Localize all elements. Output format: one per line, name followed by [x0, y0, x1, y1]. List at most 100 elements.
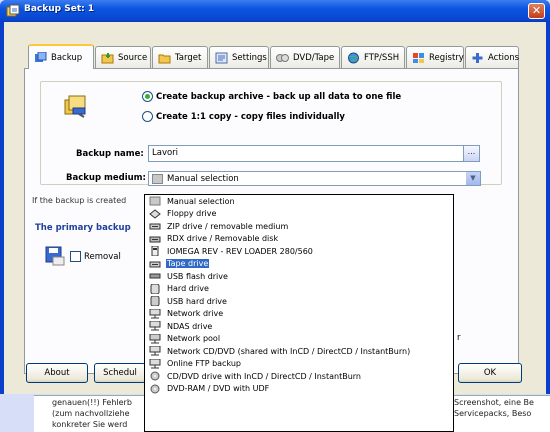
backup-name-input[interactable]: Lavori: [148, 145, 464, 162]
option-label: CD/DVD drive with InCD / DirectCD / Inst…: [167, 371, 361, 381]
option-label: USB flash drive: [167, 271, 228, 281]
list-item-floppy[interactable]: Floppy drive: [145, 208, 453, 221]
list-item-tape-selected[interactable]: Tape drive: [145, 258, 453, 271]
hard-drive-icon: [150, 283, 160, 294]
list-item-usb-hard-drive[interactable]: USB hard drive: [145, 295, 453, 308]
tab-label: Target: [175, 52, 202, 63]
option-label: Tape drive: [164, 258, 211, 270]
archive-icon: [64, 95, 86, 118]
tab-label: Source: [118, 52, 148, 63]
bg-line-3-left: konkreter Sie werd: [52, 420, 128, 429]
tab-label: Actions: [488, 52, 520, 63]
stray-text: r: [457, 333, 461, 343]
tab-source[interactable]: Source: [95, 46, 151, 68]
zip-drive-icon: [149, 223, 161, 230]
tab-label: DVD/Tape: [293, 52, 335, 63]
bg-line-2-right: Servicepacks, Beso: [454, 409, 532, 418]
about-button[interactable]: About: [26, 363, 88, 383]
close-button[interactable]: ✕: [528, 3, 545, 19]
backup-name-label: Backup name:: [76, 149, 144, 159]
floppy-disk-icon: [45, 246, 65, 266]
target-folder-icon: [158, 54, 171, 63]
backup-app-icon: [6, 4, 20, 17]
backup-icon: [35, 51, 47, 62]
manual-selection-icon: [152, 173, 163, 184]
registry-icon: [413, 52, 424, 63]
list-item-hard-drive[interactable]: Hard drive: [145, 283, 453, 296]
manual-selection-icon: [149, 196, 161, 206]
list-item-rdx[interactable]: RDX drive / Removable disk: [145, 233, 453, 246]
option-label: ZIP drive / removable medium: [167, 221, 289, 231]
usb-flash-icon: [149, 273, 161, 279]
tab-registry[interactable]: Registry: [406, 46, 464, 68]
tab-label: Registry: [429, 52, 464, 63]
removal-label: Removal: [84, 251, 121, 262]
globe-icon: [348, 52, 359, 63]
iomega-rev-icon: [151, 246, 159, 257]
removal-checkbox[interactable]: Removal: [70, 251, 121, 262]
list-item-dvd-ram[interactable]: DVD-RAM / DVD with UDF: [145, 383, 453, 396]
list-item-network-pool[interactable]: Network pool: [145, 333, 453, 346]
option-label: Hard drive: [167, 284, 209, 294]
list-item-manual-selection[interactable]: Manual selection: [145, 195, 453, 208]
tab-backup[interactable]: Backup: [28, 44, 94, 69]
list-item-cd-dvd[interactable]: CD/DVD drive with InCD / DirectCD / Inst…: [145, 370, 453, 383]
tab-label: Settings: [232, 52, 267, 63]
network-pool-icon: [149, 333, 161, 344]
dvd-tape-icon: [276, 53, 289, 62]
backup-medium-select[interactable]: Manual selection ▼: [148, 171, 481, 186]
bg-line-2-left: (zum nachvollziehe: [52, 409, 130, 418]
chevron-down-icon[interactable]: ▼: [465, 172, 480, 185]
radio-create-archive[interactable]: Create backup archive - back up all data…: [142, 91, 401, 102]
network-drive-icon: [149, 308, 161, 319]
radio-create-copy[interactable]: Create 1:1 copy - copy files individuall…: [142, 111, 345, 122]
backup-medium-dropdown-list: Manual selection Floppy drive ZIP drive …: [144, 194, 454, 432]
list-item-network-drive[interactable]: Network drive: [145, 308, 453, 321]
window-title: Backup Set: 1: [24, 4, 95, 14]
tab-dvd-tape[interactable]: DVD/Tape: [270, 46, 340, 68]
tab-actions[interactable]: Actions: [465, 46, 519, 68]
option-label: NDAS drive: [167, 321, 213, 331]
schedule-button[interactable]: Schedul: [94, 363, 146, 383]
tab-ftp-ssh[interactable]: FTP/SSH: [341, 46, 405, 68]
option-label: Network pool: [167, 334, 221, 344]
option-label: Network drive: [167, 309, 224, 319]
checkbox-box: [70, 251, 81, 262]
option-label: Online FTP backup: [167, 359, 241, 369]
option-label: IOMEGA REV - REV LOADER 280/560: [167, 246, 313, 256]
backup-mode-group: Create backup archive - back up all data…: [40, 81, 502, 186]
option-label: Manual selection: [167, 196, 235, 206]
title-bar[interactable]: Backup Set: 1 ✕: [0, 0, 550, 22]
tab-settings[interactable]: Settings: [209, 46, 269, 68]
radio-archive-label: Create backup archive - back up all data…: [156, 91, 402, 102]
list-item-usb-flash[interactable]: USB flash drive: [145, 270, 453, 283]
cd-dvd-icon: [150, 371, 160, 381]
rdx-drive-icon: [149, 236, 161, 243]
list-item-network-cd[interactable]: Network CD/DVD (shared with InCD / Direc…: [145, 345, 453, 358]
backup-medium-label: Backup medium:: [66, 173, 146, 183]
settings-icon: [215, 52, 228, 63]
list-item-zip[interactable]: ZIP drive / removable medium: [145, 220, 453, 233]
bg-line-1-right: Screenshot, eine Be: [454, 398, 534, 407]
ok-button[interactable]: OK: [458, 363, 522, 383]
floppy-drive-icon: [149, 209, 161, 219]
ftp-backup-icon: [149, 358, 161, 369]
option-label: Floppy drive: [167, 209, 217, 219]
usb-hard-drive-icon: [150, 296, 160, 307]
list-item-iomega[interactable]: IOMEGA REV - REV LOADER 280/560: [145, 245, 453, 258]
backup-medium-value: Manual selection: [167, 173, 239, 184]
option-label: RDX drive / Removable disk: [167, 234, 279, 244]
tab-label: Backup: [51, 52, 83, 63]
list-item-online-ftp[interactable]: Online FTP backup: [145, 358, 453, 371]
tape-drive-icon: [149, 261, 161, 268]
option-label: Network CD/DVD (shared with InCD / Direc…: [167, 346, 411, 356]
dvd-ram-icon: [150, 384, 160, 394]
source-icon: [101, 52, 114, 63]
network-cd-icon: [149, 346, 161, 356]
tab-target[interactable]: Target: [152, 46, 208, 68]
list-item-ndas[interactable]: NDAS drive: [145, 320, 453, 333]
option-label: USB hard drive: [167, 296, 227, 306]
radio-copy-label: Create 1:1 copy - copy files individuall…: [156, 111, 345, 122]
browse-button[interactable]: ...: [463, 145, 480, 162]
option-label: DVD-RAM / DVD with UDF: [167, 384, 270, 394]
